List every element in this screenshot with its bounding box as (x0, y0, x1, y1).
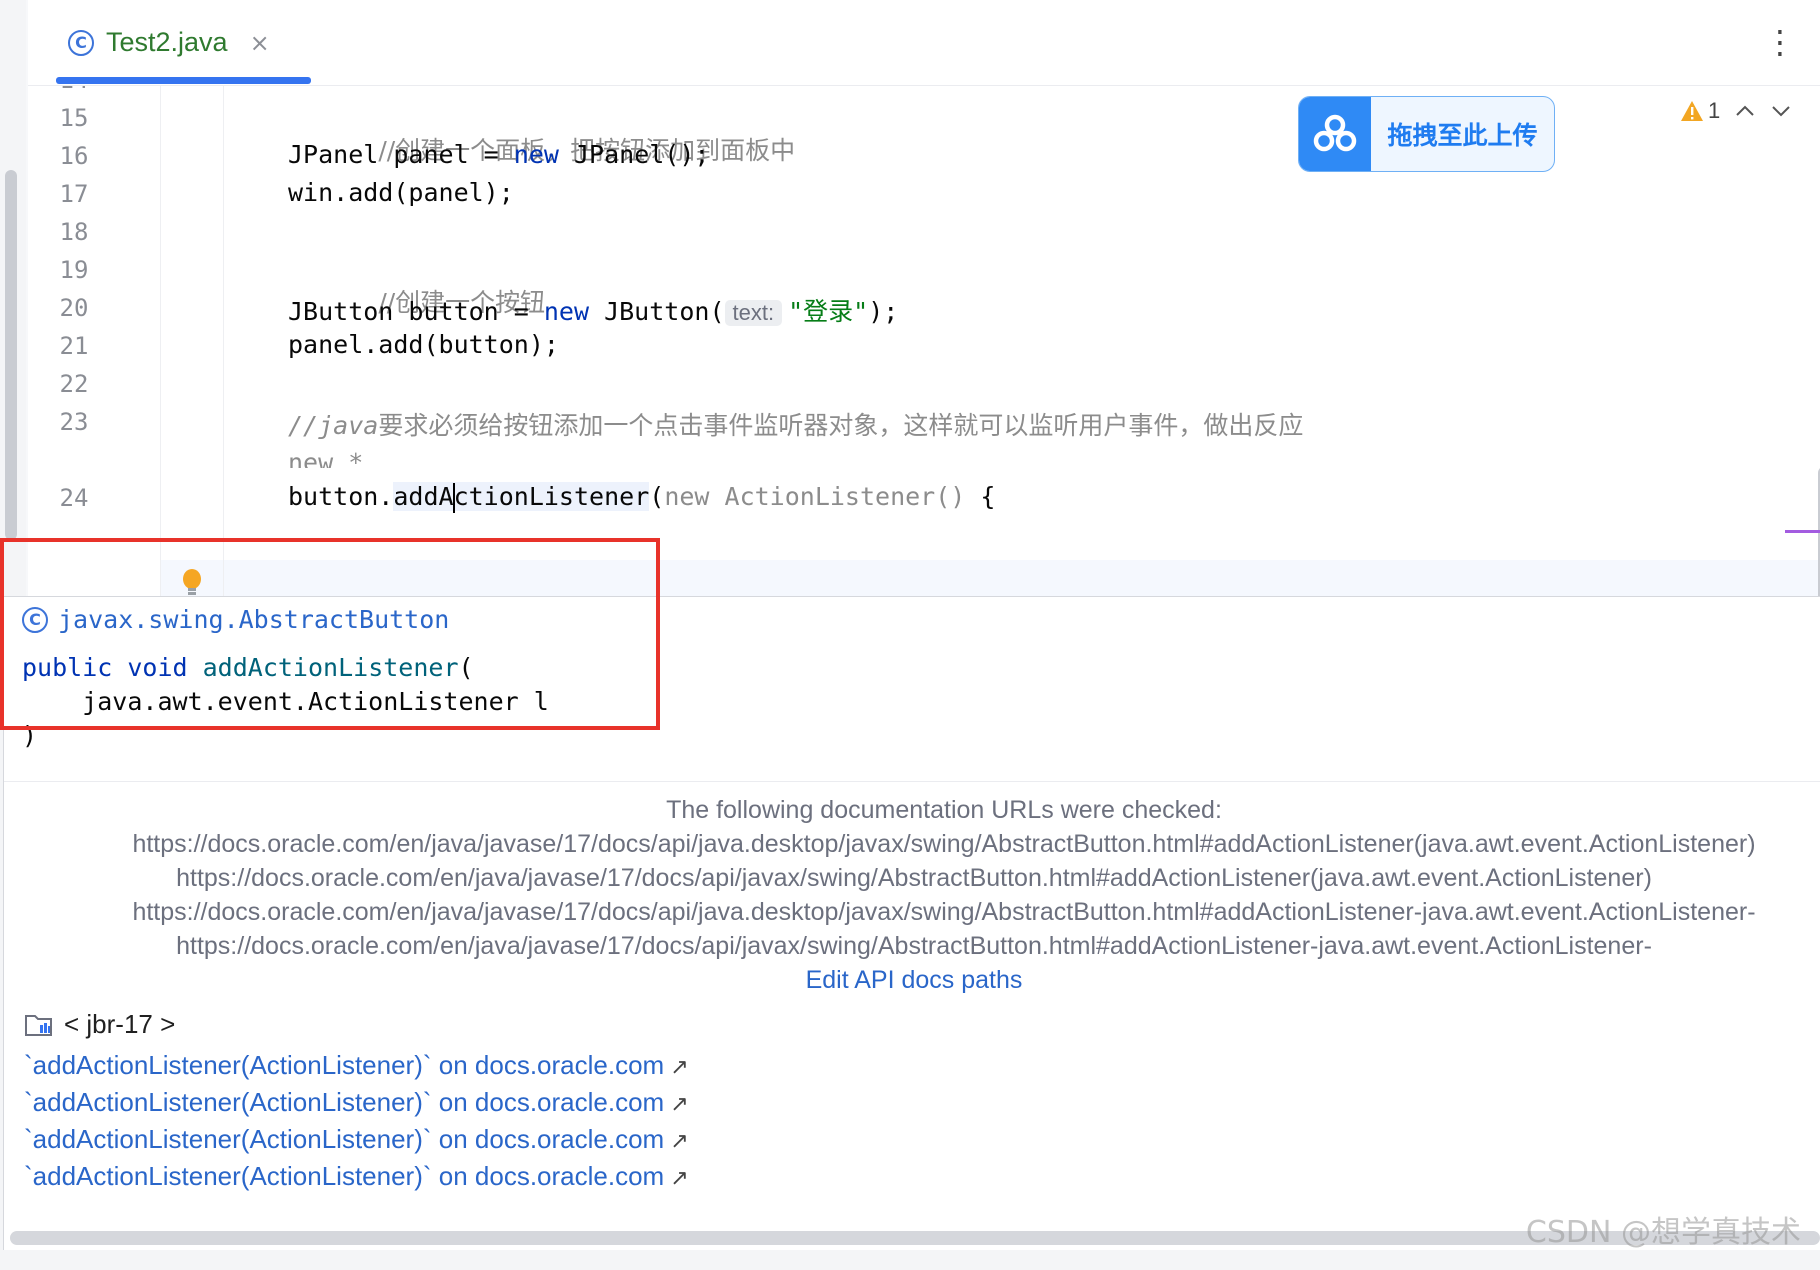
class-icon: C (22, 606, 48, 633)
warning-indicator[interactable]: 1 (1680, 98, 1720, 124)
external-link-icon: ↗ (670, 1128, 689, 1153)
current-line-highlight (28, 560, 1820, 596)
drag-upload-button[interactable]: 拖拽至此上传 (1298, 96, 1555, 172)
external-link-icon: ↗ (670, 1091, 689, 1116)
line-number: 19 (59, 256, 89, 284)
marker-gutter (161, 86, 224, 596)
code-text: JPanel panel = (288, 140, 514, 169)
folded-code-hint: new * (288, 448, 364, 468)
code-line: panel.add(button); (288, 330, 559, 359)
code-text: button. (288, 482, 394, 511)
line-number: 15 (59, 104, 89, 132)
ide-window: C Test2.java × ⋮ 14 15 16 17 18 19 20 21… (0, 0, 1820, 1270)
checked-url: https://docs.oracle.com/en/java/javase/1… (176, 932, 1652, 960)
checked-url: https://docs.oracle.com/en/java/javase/1… (132, 830, 1756, 858)
external-doc-link[interactable]: `addActionListener(ActionListener)` on d… (24, 1158, 689, 1195)
line-number: 18 (59, 218, 89, 246)
code-string: "登录" (788, 297, 869, 326)
code-text: JPanel(); (558, 140, 710, 169)
documentation-popup: C javax.swing.AbstractButton public void… (3, 596, 1820, 1252)
line-number: 16 (59, 142, 89, 170)
checked-url: https://docs.oracle.com/en/java/javase/1… (176, 864, 1652, 892)
active-tab-indicator (56, 77, 311, 84)
signature-parameter: java.awt.event.ActionListener l (22, 687, 549, 716)
package-line: C javax.swing.AbstractButton (22, 605, 449, 634)
chevron-down-icon[interactable] (1770, 104, 1792, 118)
code-line: win.add(panel); (288, 178, 514, 207)
code-text: ); (868, 297, 899, 326)
chevron-up-icon[interactable] (1734, 104, 1756, 118)
line-number: 24 (59, 484, 89, 512)
code-dim-text: new ActionListener() (664, 482, 981, 511)
code-line: new * (288, 448, 363, 468)
code-text: JButton( (589, 297, 725, 326)
java-class-icon: C (68, 29, 94, 56)
class-link[interactable]: javax.swing.AbstractButton (58, 605, 449, 634)
editor-tab-bar: C Test2.java × ⋮ (28, 0, 1820, 86)
line-number: 21 (59, 332, 89, 360)
more-options-icon[interactable]: ⋮ (1764, 26, 1796, 58)
signature-declaration: public void addActionListener( (22, 653, 474, 682)
code-keyword: new (513, 140, 559, 169)
code-comment: 要求必须给按钮添加一个点击事件监听器对象，这样就可以监听用户事件，做出反应 (378, 411, 1304, 440)
bottom-strip (0, 1250, 1820, 1270)
sdk-label: < jbr-17 > (24, 1009, 175, 1040)
line-number: 14 (28, 86, 120, 94)
external-doc-links: `addActionListener(ActionListener)` on d… (24, 1047, 689, 1195)
code-comment: //java (288, 411, 379, 440)
code-text: JButton button = (288, 297, 544, 326)
code-text: ( (649, 482, 665, 511)
line-number: 20 (59, 294, 89, 322)
warning-count: 1 (1708, 98, 1721, 123)
watermark: CSDN @想学真技术 (1525, 1215, 1801, 1250)
code-text: { (980, 482, 996, 511)
tab-test2-java[interactable]: C Test2.java × (54, 0, 284, 85)
popup-divider (4, 781, 1820, 782)
code-text: panel.add(button); (288, 330, 559, 359)
external-link-icon: ↗ (670, 1165, 689, 1190)
urls-heading: The following documentation URLs were ch… (666, 796, 1222, 824)
line-number: 23 (59, 408, 89, 436)
code-line: //java要求必须给按钮添加一个点击事件监听器对象，这样就可以监听用户事件，做… (288, 406, 1303, 442)
external-doc-link[interactable]: `addActionListener(ActionListener)` on d… (24, 1047, 689, 1084)
upload-label: 拖拽至此上传 (1387, 121, 1538, 150)
signature-close: ) (22, 721, 38, 750)
left-scrollbar-thumb[interactable] (5, 170, 17, 540)
code-keyword: new (543, 297, 590, 326)
code-text: win.add(panel); (288, 178, 514, 207)
external-link-icon: ↗ (670, 1054, 689, 1079)
error-stripe-mark[interactable] (1785, 530, 1820, 533)
checked-url: https://docs.oracle.com/en/java/javase/1… (132, 898, 1756, 926)
method-name[interactable]: addActionListener (393, 482, 650, 513)
close-icon[interactable]: × (250, 29, 270, 57)
warning-icon (1681, 101, 1703, 121)
line-number: 17 (59, 180, 89, 208)
code-line-current: button.addActionListener(new ActionListe… (288, 482, 995, 513)
checked-urls: The following documentation URLs were ch… (4, 793, 1820, 997)
external-doc-link[interactable]: `addActionListener(ActionListener)` on d… (24, 1121, 689, 1158)
lightbulb-icon[interactable] (180, 568, 204, 596)
library-folder-icon (25, 1014, 52, 1036)
tab-title: Test2.java (106, 27, 228, 57)
sdk-name: < jbr-17 > (64, 1009, 176, 1039)
cloud-upload-icon (1299, 97, 1371, 171)
external-doc-link[interactable]: `addActionListener(ActionListener)` on d… (24, 1084, 689, 1121)
line-number: 22 (59, 370, 89, 398)
code-line: JPanel panel = new JPanel(); (288, 140, 709, 169)
edit-api-docs-link[interactable]: Edit API docs paths (806, 966, 1023, 994)
code-line: JButton button = new JButton(text: "登录"); (288, 292, 898, 328)
inspection-widget[interactable]: 1 (1680, 98, 1792, 124)
parameter-hint: text: (724, 300, 783, 326)
